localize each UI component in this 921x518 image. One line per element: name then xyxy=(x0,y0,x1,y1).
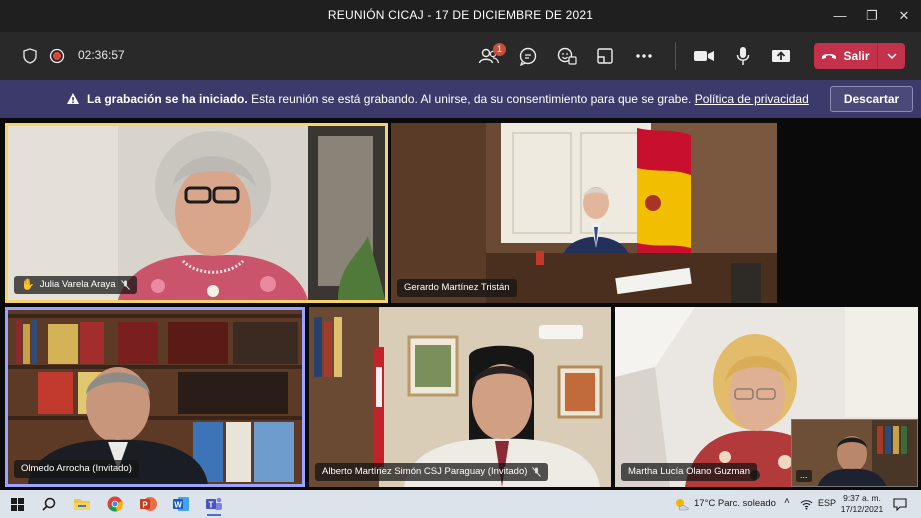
svg-text:T: T xyxy=(209,501,214,510)
leave-button[interactable]: Salir xyxy=(814,43,905,69)
chat-icon[interactable] xyxy=(516,44,540,68)
mic-off-icon xyxy=(532,467,542,477)
language-indicator[interactable]: ESP xyxy=(818,498,836,508)
network-icon[interactable] xyxy=(800,499,813,510)
privacy-policy-link[interactable]: Política de privacidad xyxy=(695,92,809,106)
video-tile-julia[interactable]: ✋ Julia Varela Araya xyxy=(5,123,388,303)
chevron-up-icon[interactable]: ˄ xyxy=(784,496,790,507)
teams-icon[interactable]: T xyxy=(201,492,227,516)
share-screen-icon[interactable] xyxy=(769,44,793,68)
raised-hand-icon: ✋ xyxy=(21,279,35,291)
close-icon[interactable]: ✕ xyxy=(893,6,915,26)
participant-name: Olmedo Arrocha (Invitado) xyxy=(21,463,132,474)
weather-text[interactable]: 17°C Parc. soleado xyxy=(694,498,776,509)
powerpoint-icon[interactable]: P xyxy=(135,492,161,516)
word-icon[interactable]: W xyxy=(168,492,194,516)
participant-name: Martha Lucía Olano Guzman xyxy=(628,466,750,477)
windows-start-icon[interactable] xyxy=(4,492,30,516)
participant-name-tag: Alberto Martínez Simón CSJ Paraguay (Inv… xyxy=(315,463,549,481)
meeting-title: REUNIÓN CICAJ - 17 DE DICIEMBRE DE 2021 xyxy=(327,8,594,22)
recording-banner: La grabación se ha iniciado. Esta reunió… xyxy=(0,80,921,118)
clock-date: 17/12/2021 xyxy=(840,504,884,514)
leave-label: Salir xyxy=(843,49,870,63)
clock-time: 9:37 a. m. xyxy=(843,493,881,503)
breakout-rooms-icon[interactable] xyxy=(593,44,617,68)
microphone-icon[interactable] xyxy=(731,44,755,68)
chrome-icon[interactable] xyxy=(102,492,128,516)
video-feed xyxy=(391,123,777,303)
video-tile-gerardo[interactable]: Gerardo Martínez Tristán xyxy=(391,123,777,303)
banner-message: La grabación se ha iniciado. Esta reunió… xyxy=(87,92,809,106)
video-feed xyxy=(8,126,385,300)
participant-name: Alberto Martínez Simón CSJ Paraguay (Inv… xyxy=(322,466,528,477)
windows-taskbar: P W T 17°C Parc. soleado ˄ ESP 9:37 a. m… xyxy=(0,490,921,518)
recording-icon xyxy=(45,44,69,68)
dismiss-button[interactable]: Descartar xyxy=(830,86,913,112)
participant-name: Gerardo Martínez Tristán xyxy=(404,282,510,293)
search-icon[interactable] xyxy=(36,492,62,516)
camera-icon[interactable] xyxy=(692,44,716,68)
video-feed xyxy=(8,310,302,484)
restore-icon[interactable]: ❐ xyxy=(861,6,883,26)
system-clock[interactable]: 9:37 a. m. 17/12/2021 xyxy=(836,493,888,515)
participant-name-tag: Martha Lucía Olano Guzman xyxy=(621,463,757,481)
mic-off-icon xyxy=(120,280,130,290)
banner-title: La grabación se ha iniciado. xyxy=(87,92,248,106)
meeting-timer: 02:36:57 xyxy=(78,48,125,62)
video-tile-martha[interactable]: ... Martha Lucía Olano Guzman xyxy=(615,307,918,487)
leave-main[interactable]: Salir xyxy=(814,43,878,69)
title-bar: REUNIÓN CICAJ - 17 DE DICIEMBRE DE 2021 … xyxy=(0,0,921,32)
svg-text:W: W xyxy=(174,501,182,510)
video-feed xyxy=(309,307,611,487)
video-tile-alberto[interactable]: Alberto Martínez Simón CSJ Paraguay (Inv… xyxy=(309,307,611,487)
self-view-more[interactable]: ... xyxy=(796,470,812,482)
participants-badge: 1 xyxy=(493,43,506,56)
warning-icon xyxy=(67,93,79,104)
participant-name-tag: ✋ Julia Varela Araya xyxy=(14,276,137,294)
file-explorer-icon[interactable] xyxy=(69,492,95,516)
leave-dropdown[interactable] xyxy=(878,43,905,69)
phone-hangup-icon xyxy=(822,54,837,59)
more-options-icon[interactable] xyxy=(632,44,656,68)
meeting-toolbar: 02:36:57 1 Salir xyxy=(0,32,921,80)
toolbar-separator xyxy=(675,42,676,70)
video-tile-olmedo[interactable]: Olmedo Arrocha (Invitado) xyxy=(5,307,305,487)
chevron-down-icon xyxy=(886,53,897,59)
participant-name-tag: Olmedo Arrocha (Invitado) xyxy=(14,460,139,478)
participant-name: Julia Varela Araya xyxy=(39,279,116,290)
shield-icon[interactable] xyxy=(18,44,42,68)
svg-text:P: P xyxy=(142,501,148,510)
participant-name-tag: Gerardo Martínez Tristán xyxy=(397,279,517,297)
self-view[interactable]: ... xyxy=(791,419,918,487)
weather-icon xyxy=(676,499,689,511)
banner-text: Esta reunión se está grabando. Al unirse… xyxy=(251,92,692,106)
video-grid: ✋ Julia Varela Araya Gerardo Martínez Tr… xyxy=(0,118,921,490)
minimize-icon[interactable]: — xyxy=(829,6,851,26)
notifications-icon[interactable] xyxy=(893,498,907,511)
reactions-icon[interactable] xyxy=(555,44,579,68)
